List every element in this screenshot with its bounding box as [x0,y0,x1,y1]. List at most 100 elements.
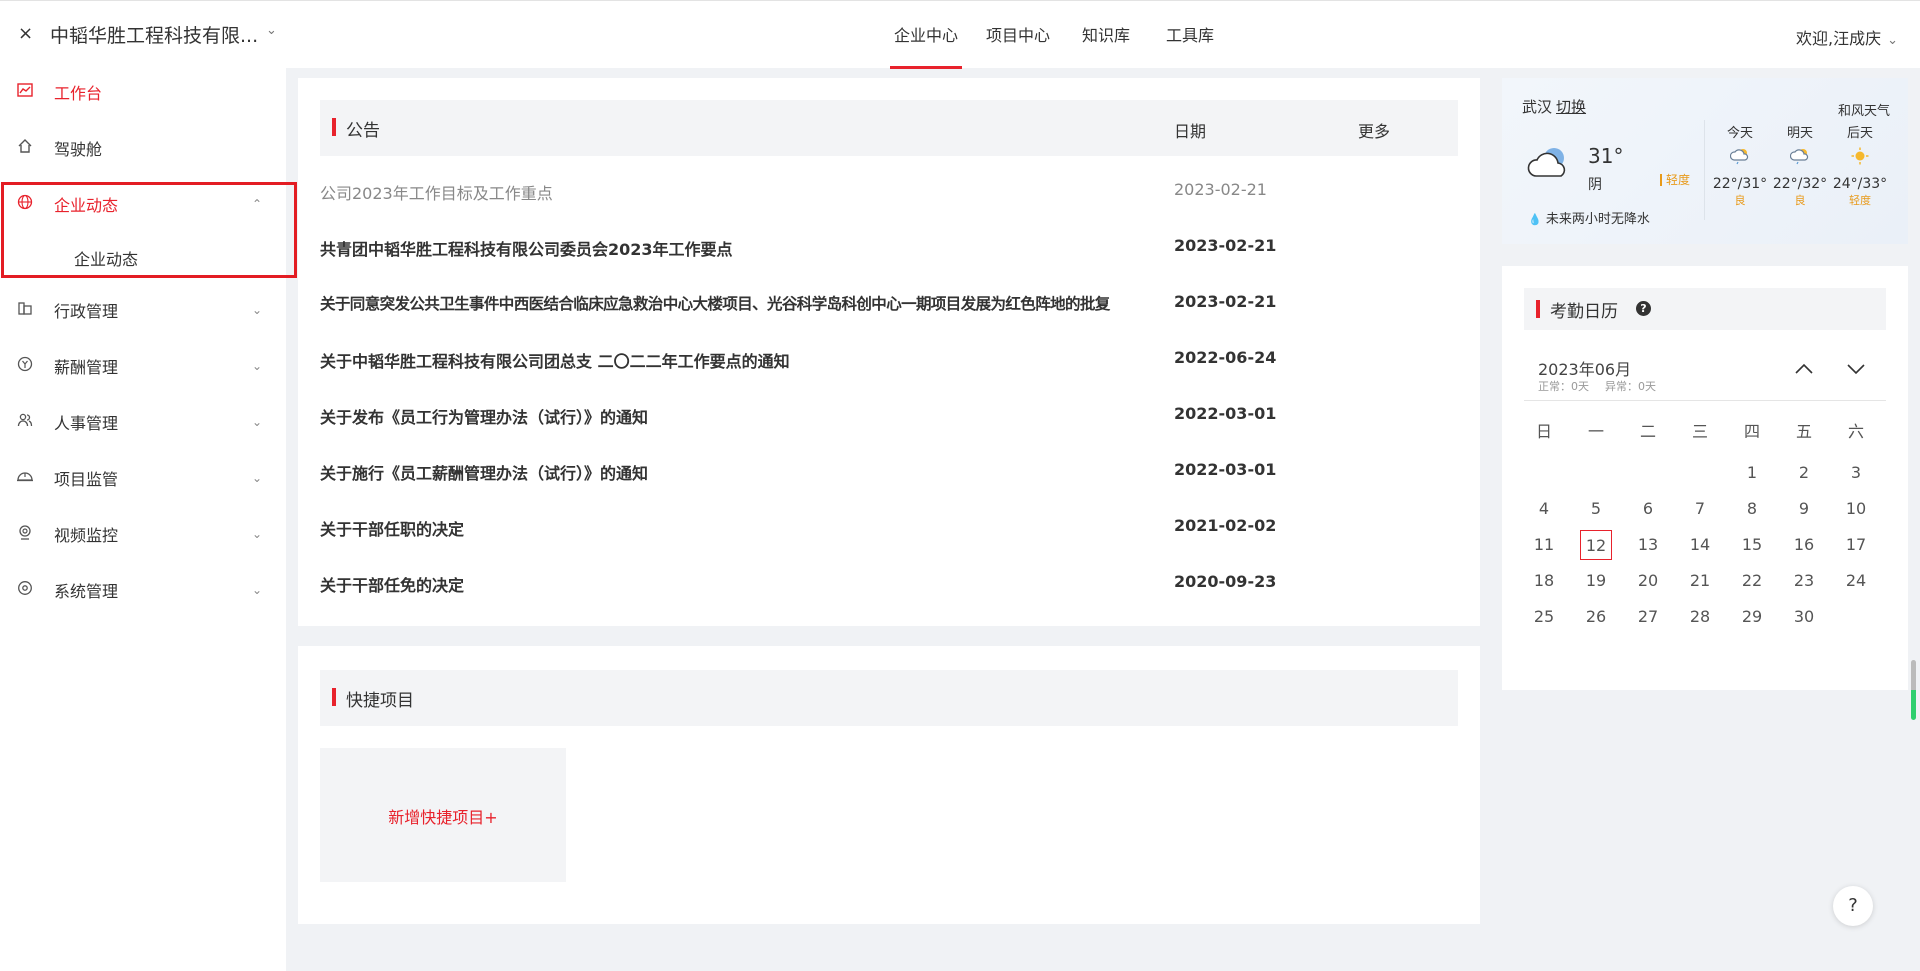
calendar-day[interactable]: 10 [1840,494,1872,524]
more-link[interactable]: 更多 [1358,118,1390,142]
calendar-day[interactable]: 16 [1788,530,1820,560]
sidebar-item-salary[interactable]: 薪酬管理 ⌄ [0,344,286,388]
sidebar-item-workbench[interactable]: 工作台 [0,70,286,114]
notice-row[interactable]: 关于施行《员工薪酬管理办法（试行）》的通知 2022-03-01 [320,444,1450,500]
calendar-day[interactable]: 28 [1684,602,1716,632]
forecast-range: 24°/33° [1832,176,1888,192]
calendar-day[interactable]: 25 [1528,602,1560,632]
calendar-day[interactable]: 5 [1580,494,1612,524]
calendar-day[interactable]: 17 [1840,530,1872,560]
calendar-day[interactable]: 4 [1528,494,1560,524]
calendar-day[interactable]: 18 [1528,566,1560,596]
calendar-day[interactable]: 29 [1736,602,1768,632]
main-nav: 企业中心 项目中心 知识库 工具库 [880,1,1232,69]
notice-row[interactable]: 公司2023年工作目标及工作重点 2023-02-21 [320,164,1450,220]
calendar-day[interactable]: 19 [1580,566,1612,596]
calendar-day[interactable]: 21 [1684,566,1716,596]
calendar-day[interactable]: 23 [1788,566,1820,596]
next-month-button[interactable] [1846,356,1866,380]
weather-city: 武汉 [1522,98,1553,116]
calendar-day[interactable]: 2 [1788,458,1820,488]
current-condition: 阴 [1588,177,1602,193]
tab-tool-library[interactable]: 工具库 [1148,1,1232,69]
chevron-down-icon: ⌄ [252,415,263,429]
calendar-weekday-label: 四 [1743,422,1760,441]
calendar-day[interactable]: 30 [1788,602,1820,632]
notice-date: 2022-03-01 [1174,404,1277,423]
quick-projects-panel: 快捷项目 新增快捷项目+ [298,646,1480,924]
calendar-day[interactable]: 7 [1684,494,1716,524]
air-quality-badge: 轻度 [1660,174,1690,186]
user-menu[interactable]: 欢迎,汪成庆 ⌄ [1796,25,1898,49]
calendar-day[interactable]: 6 [1632,494,1664,524]
notice-date: 2022-06-24 [1174,348,1277,367]
calendar-day[interactable]: 26 [1580,602,1612,632]
calendar-day[interactable]: 8 [1736,494,1768,524]
sidebar-item-project-supervision[interactable]: 项目监管 ⌄ [0,456,286,500]
sidebar-item-cockpit[interactable]: 驾驶舱 [0,126,286,170]
notice-row[interactable]: 关于同意突发公共卫生事件中西医结合临床应急救治中心大楼项目、光谷科学岛科创中心一… [320,276,1450,332]
calendar-day[interactable]: 9 [1788,494,1820,524]
weather-switch-link[interactable]: 切换 [1556,98,1586,116]
notice-date: 2023-02-21 [1174,180,1267,199]
cloud-sun-rain-icon [1770,144,1830,176]
scrollbar-thumb[interactable] [1911,660,1916,720]
sidebar-item-personnel[interactable]: 人事管理 ⌄ [0,400,286,444]
sidebar-item-label: 系统管理 [54,582,119,601]
chevron-down-icon[interactable]: ⌄ [266,23,277,38]
tab-project-center[interactable]: 项目中心 [972,1,1064,69]
sidebar-subitem-enterprise-news[interactable]: 企业动态 [0,234,286,278]
sidebar-item-video-monitoring[interactable]: 视频监控 ⌄ [0,512,286,556]
raindrop-icon: 💧 [1528,213,1542,226]
notice-title-text: 关于发布《员工行为管理办法（试行）》的通知 [320,408,649,427]
close-icon[interactable]: × [18,23,33,44]
tab-knowledge-base[interactable]: 知识库 [1064,1,1148,69]
calendar-day[interactable]: 24 [1840,566,1872,596]
calendar-day[interactable]: 1 [1736,458,1768,488]
chart-line-icon [14,82,36,102]
forecast-day-tomorrow: 明天 22°/32° 良 [1770,122,1830,208]
calendar-day[interactable]: 27 [1632,602,1664,632]
building-icon [14,300,36,320]
notice-title-text: 关于中韬华胜工程科技有限公司团总支 二〇二二年工作要点的通知 [320,352,790,371]
people-icon [14,412,36,432]
notice-title-text: 关于干部任职的决定 [320,520,465,539]
forecast-day-name: 今天 [1726,126,1753,141]
quick-projects-header: 快捷项目 [320,670,1458,726]
notice-row[interactable]: 关于干部任免的决定 2020-09-23 [320,556,1450,612]
chevron-down-icon: ⌄ [252,303,263,317]
forecast-day-name: 后天 [1846,126,1873,141]
calendar-day[interactable]: 3 [1840,458,1872,488]
help-button[interactable]: ? [1833,886,1873,926]
calendar-weekday-label: 五 [1795,422,1812,441]
calendar-weekday-label: 日 [1535,422,1552,441]
calendar-day[interactable]: 13 [1632,530,1664,560]
sidebar-item-enterprise-news[interactable]: 企业动态 ⌃ [0,182,286,226]
company-selector[interactable]: 中韬华胜工程科技有限... [50,21,258,48]
notice-row[interactable]: 关于干部任职的决定 2021-02-02 [320,500,1450,556]
sidebar-item-system-management[interactable]: 系统管理 ⌄ [0,568,286,612]
calendar-day-today[interactable]: 12 [1580,530,1612,560]
add-quick-project-button[interactable]: 新增快捷项目+ [320,748,566,882]
notice-row[interactable]: 关于中韬华胜工程科技有限公司团总支 二〇二二年工作要点的通知 2022-06-2… [320,332,1450,388]
tab-enterprise-center[interactable]: 企业中心 [880,1,972,69]
notice-title-text: 公司2023年工作目标及工作重点 [320,184,553,203]
sidebar-item-administration[interactable]: 行政管理 ⌄ [0,288,286,332]
calendar-divider [1524,400,1886,401]
calendar-day[interactable]: 22 [1736,566,1768,596]
chevron-down-icon: ⌄ [252,527,263,541]
abnormal-count: 异常：0天 [1605,380,1656,393]
salary-icon [14,356,36,376]
calendar-day[interactable]: 11 [1528,530,1560,560]
sidebar: 工作台 驾驶舱 企业动态 ⌃ 企业动态 行政管理 ⌄ 薪酬管理 ⌄ 人事管理 ⌄… [0,68,297,971]
section-accent-bar [332,118,336,136]
notice-row[interactable]: 关于发布《员工行为管理办法（试行）》的通知 2022-03-01 [320,388,1450,444]
calendar-day[interactable]: 14 [1684,530,1716,560]
sidebar-item-label: 视频监控 [54,526,119,545]
previous-month-button[interactable] [1794,356,1814,380]
help-circle-icon[interactable]: ? [1636,301,1651,316]
chevron-down-icon: ⌄ [252,583,263,597]
notice-row[interactable]: 共青团中韬华胜工程科技有限公司委员会2023年工作要点 2023-02-21 [320,220,1450,276]
calendar-day[interactable]: 20 [1632,566,1664,596]
calendar-day[interactable]: 15 [1736,530,1768,560]
